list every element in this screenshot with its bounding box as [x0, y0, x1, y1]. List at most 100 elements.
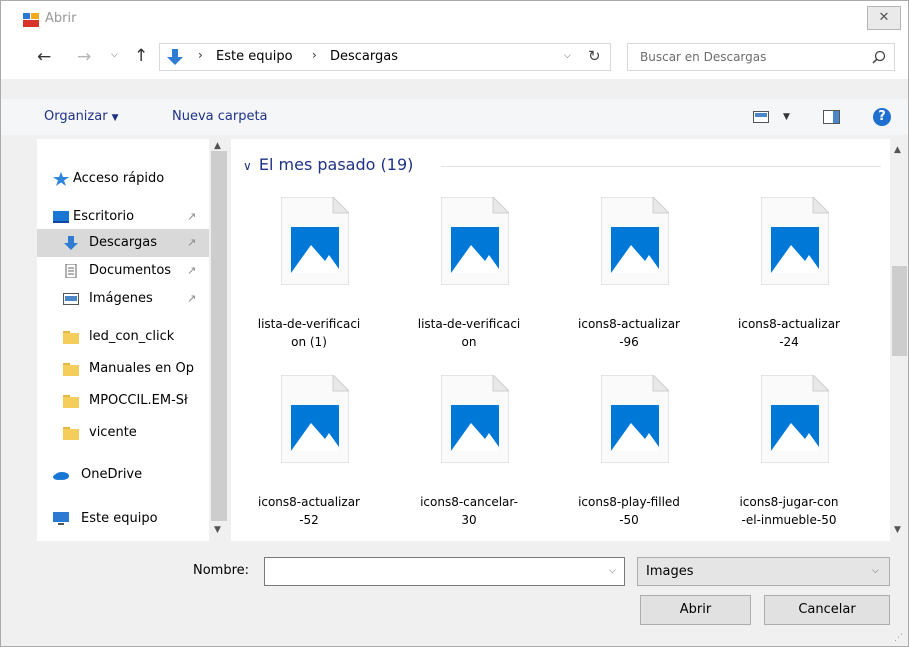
search-icon[interactable]: [872, 50, 886, 64]
scrollbar-thumb[interactable]: [892, 266, 907, 356]
file-name-line: icons8-actualizar: [258, 495, 360, 509]
file-list-scrollbar[interactable]: ▲ ▼: [890, 139, 908, 541]
sidebar-item-label: Imágenes: [89, 291, 153, 306]
file-item[interactable]: icons8-cancelar- 30: [399, 371, 539, 541]
view-options-caret-icon[interactable]: ▼: [783, 112, 790, 122]
star-icon: [53, 172, 69, 186]
file-name: icons8-play-filled -50: [559, 493, 699, 529]
file-name-line: -52: [299, 513, 319, 527]
file-name-line: lista-de-verificaci: [417, 317, 521, 331]
sidebar-item-label: Este equipo: [81, 511, 158, 526]
forward-button[interactable]: →: [77, 47, 91, 67]
sidebar-item-mpoccil-em-s-[interactable]: MPOCCIL.EM-Sł: [37, 387, 209, 415]
file-name-line: icons8-actualizar: [578, 317, 680, 331]
breadcrumb-separator: ›: [198, 48, 203, 62]
breadcrumb-este-equipo[interactable]: Este equipo: [216, 49, 293, 64]
preview-pane-icon[interactable]: [823, 110, 840, 124]
sidebar-item-onedrive[interactable]: OneDrive: [37, 461, 209, 489]
sidebar-item-imágenes[interactable]: Imágenes ↗: [37, 285, 209, 313]
navigation-scrollbar[interactable]: ▲ ▼: [209, 139, 229, 541]
image-file-icon: [441, 197, 509, 285]
sidebar-item-escritorio[interactable]: Escritorio ↗: [37, 203, 209, 231]
help-icon[interactable]: ?: [873, 108, 891, 126]
sidebar-item-acceso-rápido[interactable]: Acceso rápido: [37, 165, 209, 193]
recent-locations-button[interactable]: ⌵: [111, 50, 118, 60]
sidebar-item-led-con-click[interactable]: led_con_click: [37, 323, 209, 351]
chevron-down-icon[interactable]: ⌵: [609, 566, 616, 576]
file-name-line: icons8-cancelar-: [420, 495, 518, 509]
file-item[interactable]: icons8-actualizar -52: [239, 371, 379, 541]
sidebar-item-este-equipo[interactable]: Este equipo: [37, 505, 209, 533]
folder-icon: [63, 363, 79, 376]
file-item[interactable]: icons8-jugar-con -el-inmueble-50: [719, 371, 859, 541]
file-type-value: Images: [646, 564, 694, 579]
file-type-select[interactable]: Images ⌵: [637, 557, 890, 586]
file-name: lista-de-verificaci on (1): [239, 315, 379, 351]
window-title: Abrir: [45, 11, 77, 26]
chevron-down-icon: ∨: [243, 159, 252, 173]
scroll-down-icon[interactable]: ▼: [894, 525, 901, 535]
up-button[interactable]: ↑: [134, 46, 148, 66]
file-name-line: -el-inmueble-50: [741, 513, 837, 527]
organize-caret-icon: ▼: [111, 113, 119, 123]
scroll-down-icon[interactable]: ▼: [214, 525, 221, 535]
new-folder-button[interactable]: Nueva carpeta: [172, 109, 268, 124]
sidebar-item-label: vicente: [89, 425, 137, 440]
download-icon: [64, 236, 78, 250]
file-name: icons8-actualizar -52: [239, 493, 379, 529]
file-item[interactable]: icons8-actualizar -96: [559, 193, 699, 369]
file-item[interactable]: lista-de-verificaci on (1): [239, 193, 379, 369]
file-item[interactable]: icons8-play-filled -50: [559, 371, 699, 541]
chevron-down-icon: ⌵: [872, 566, 879, 576]
file-name-line: on (1): [291, 335, 327, 349]
sidebar-item-label: led_con_click: [89, 329, 175, 344]
scroll-up-icon[interactable]: ▲: [214, 141, 221, 151]
image-file-icon: [281, 197, 349, 285]
breadcrumb-descargas[interactable]: Descargas: [330, 49, 398, 64]
file-item[interactable]: lista-de-verificaci on: [399, 193, 539, 369]
image-file-icon: [761, 197, 829, 285]
open-button[interactable]: Abrir: [640, 595, 751, 625]
close-button[interactable]: ✕: [867, 6, 901, 30]
title-bar: Abrir ✕: [1, 1, 908, 35]
sidebar-item-label: Acceso rápido: [73, 171, 165, 186]
sidebar-item-label: Descargas: [89, 235, 158, 250]
file-name-input[interactable]: [265, 558, 595, 585]
file-name: lista-de-verificaci on: [399, 315, 539, 351]
sidebar-item-label: Escritorio: [73, 209, 135, 224]
sidebar-item-label: OneDrive: [81, 467, 143, 482]
file-item[interactable]: icons8-actualizar -24: [719, 193, 859, 369]
sidebar-item-manuales-en-op[interactable]: Manuales en Op: [37, 355, 209, 383]
scroll-up-icon[interactable]: ▲: [894, 145, 901, 155]
organize-menu-button[interactable]: Organizar ▼: [44, 109, 118, 124]
back-button[interactable]: ←: [37, 47, 51, 67]
folder-icon: [63, 331, 79, 344]
change-view-icon[interactable]: [753, 111, 769, 123]
sidebar-item-vicente[interactable]: vicente: [37, 419, 209, 447]
resize-grip-icon[interactable]: ⋰: [894, 633, 903, 643]
sidebar-item-label: Documentos: [89, 263, 172, 278]
pin-icon: ↗: [187, 264, 197, 277]
cancel-button[interactable]: Cancelar: [764, 595, 890, 625]
file-name: icons8-actualizar -96: [559, 315, 699, 351]
group-title: El mes pasado (19): [258, 155, 414, 174]
navigation-pane: Acceso rápido Escritorio ↗ Descargas ↗ Docume…: [37, 139, 229, 541]
group-divider: [441, 166, 881, 167]
sidebar-item-descargas[interactable]: Descargas ↗: [37, 229, 209, 257]
refresh-icon[interactable]: ↻: [588, 47, 601, 65]
file-name-line: icons8-jugar-con: [739, 495, 839, 509]
search-input[interactable]: [628, 44, 864, 70]
image-file-icon: [601, 197, 669, 285]
computer-icon: [53, 512, 69, 525]
file-name-line: -50: [619, 513, 639, 527]
address-dropdown-icon[interactable]: ⌵: [564, 51, 571, 61]
cloud-icon: [53, 472, 69, 480]
address-bar[interactable]: › Este equipo › Descargas ⌵ ↻: [159, 43, 611, 71]
sidebar-item-documentos[interactable]: Documentos ↗: [37, 257, 209, 285]
download-location-icon: [167, 49, 183, 65]
file-name: icons8-jugar-con -el-inmueble-50: [719, 493, 859, 529]
image-file-icon: [441, 375, 509, 463]
scrollbar-thumb[interactable]: [211, 151, 227, 521]
group-header[interactable]: ∨ El mes pasado (19): [243, 155, 413, 174]
file-name-line: icons8-actualizar: [738, 317, 840, 331]
